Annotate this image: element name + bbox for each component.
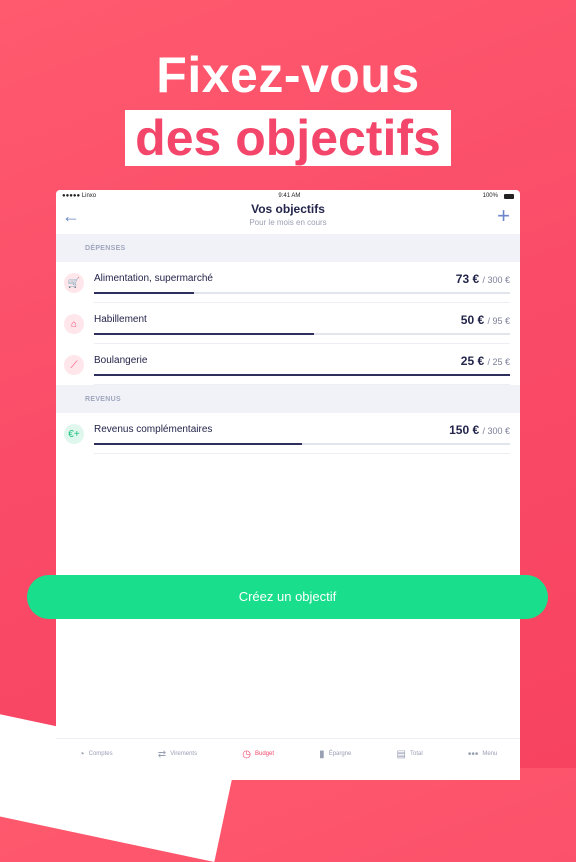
status-bar: ●●●●● Linxo 9:41 AM 100% [56,190,520,202]
hanger-icon: ⌂ [64,314,84,334]
goal-progress-bar [94,292,510,294]
status-time: 9:41 AM [278,193,301,199]
goal-progress-fill [94,292,194,294]
goal-label: Revenus complémentaires [94,424,213,435]
section-header-income: REVENUS [56,385,520,413]
goal-label: Boulangerie [94,355,148,366]
baguette-icon: ⟋ [64,355,84,375]
tab-label: Épargne [328,751,352,757]
goal-progress-fill [94,333,315,335]
headline-line-2: des objectifs [125,110,451,166]
tab-label: Total [409,751,423,757]
goal-progress-bar [94,443,510,445]
goal-spent: 73 € [455,272,483,286]
carrier-label: ●●●●● Linxo [62,193,97,199]
row-divider [94,384,510,385]
create-goal-button[interactable]: Créez un objectif [27,575,548,619]
menu-icon: ••• [467,748,479,760]
page-subtitle: Pour le mois en cours [249,218,327,227]
total-icon: ▤ [396,748,406,760]
goal-progress-bar [94,333,510,335]
pie-icon: ◔ [78,748,85,760]
goal-progress-fill [94,443,302,445]
row-divider [94,453,510,454]
goal-spent: 150 € [449,423,483,437]
tab-label: Virements [170,751,198,757]
headline-line-2-wrap: des objectifs [0,110,576,166]
transfer-icon: ⇄ [157,748,167,760]
cart-icon: 🛒 [64,273,84,293]
expense-list: 🛒 Alimentation, supermarché 73 € / 300 € ⌂ H… [56,262,520,385]
goal-target: / 300 € [482,426,510,436]
goal-label: Habillement [94,314,147,325]
goal-spent: 25 € [460,354,488,368]
section-header-expenses: DÉPENSES [56,234,520,262]
page-title: Vos objectifs [251,202,325,216]
goal-target: / 95 € [487,316,510,326]
tab-budget[interactable]: ◷ Budget [242,749,274,760]
goal-target: / 25 € [487,357,510,367]
battery-icon [503,193,514,199]
tab-bar: ◔ Comptes ⇄ Virements ◷ Budget ▮ Épargne ▤ Total •… [56,738,520,769]
goal-amount: 50 € / 95 € [461,313,510,327]
goal-label: Alimentation, supermarché [94,273,213,284]
bars-icon: ▮ [319,748,325,760]
tab-comptes[interactable]: ◔ Comptes [79,749,113,760]
tab-label: Menu [482,751,498,757]
goal-row[interactable]: ⟋ Boulangerie 25 € / 25 € [56,344,520,385]
goal-target: / 300 € [482,275,510,285]
tab-menu[interactable]: ••• Menu [468,749,498,760]
battery-label: 100% [482,193,498,199]
goal-spent: 50 € [460,313,488,327]
tablet-screen: ●●●●● Linxo 9:41 AM 100% ← Vos objectifs… [56,190,520,780]
euro-plus-icon: €+ [64,424,84,444]
goal-amount: 73 € / 300 € [456,272,510,286]
goal-amount: 25 € / 25 € [461,354,510,368]
tab-épargne[interactable]: ▮ Épargne [319,749,351,760]
budget-icon: ◷ [242,748,251,760]
goal-progress-bar [94,374,510,376]
headline-line-1: Fixez-vous [156,47,420,103]
tab-label: Comptes [88,751,113,757]
tab-total[interactable]: ▤ Total [397,749,423,760]
add-icon[interactable]: + [497,203,510,229]
goal-amount: 150 € / 300 € [449,423,510,437]
goal-progress-fill [94,374,510,376]
goal-row[interactable]: €+ Revenus complémentaires 150 € / 300 € [56,413,520,454]
income-list: €+ Revenus complémentaires 150 € / 300 € [56,413,520,454]
tab-label: Budget [254,751,275,757]
goal-row[interactable]: ⌂ Habillement 50 € / 95 € [56,303,520,344]
nav-bar: ← Vos objectifs Pour le mois en cours + [56,202,520,234]
tab-virements[interactable]: ⇄ Virements [158,749,197,760]
goal-row[interactable]: 🛒 Alimentation, supermarché 73 € / 300 € [56,262,520,303]
